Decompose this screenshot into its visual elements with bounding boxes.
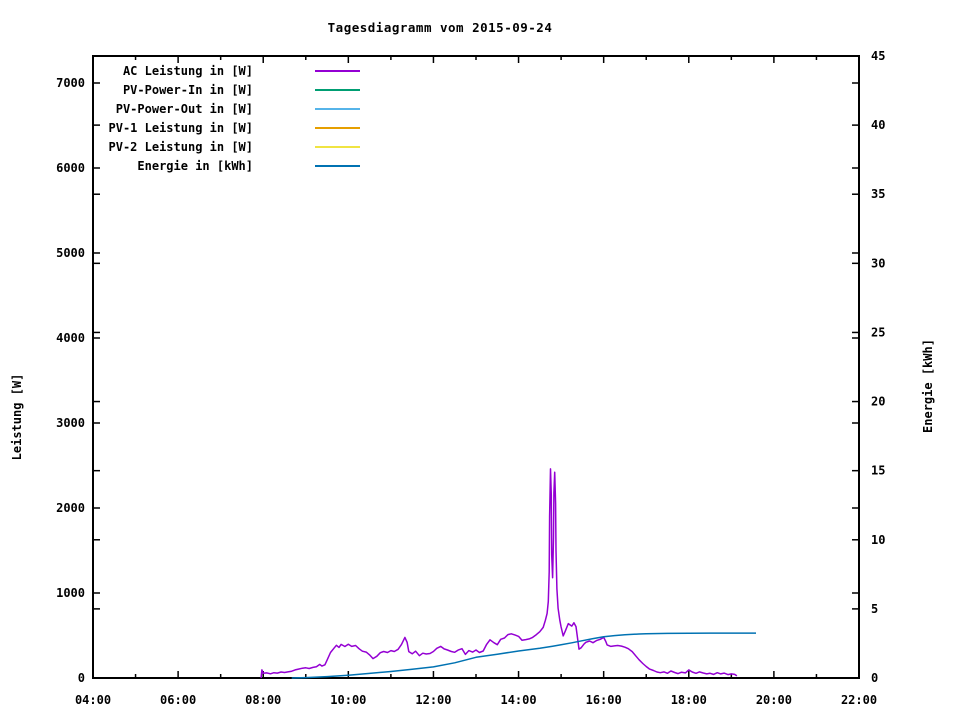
y-right-tick-label: 35 — [871, 187, 885, 201]
y-left-tick-label: 6000 — [56, 161, 85, 175]
x-tick-label: 18:00 — [671, 693, 707, 707]
legend-label: AC Leistung in [W] — [123, 64, 253, 78]
x-tick-label: 12:00 — [415, 693, 451, 707]
y-left-tick-label: 5000 — [56, 246, 85, 260]
x-tick-label: 20:00 — [756, 693, 792, 707]
y-right-tick-label: 45 — [871, 49, 885, 63]
y-left-tick-label: 0 — [78, 671, 85, 685]
y-left-axis-label: Leistung [W] — [10, 307, 24, 527]
chart-title: Tagesdiagramm vom 2015-09-24 — [0, 20, 880, 35]
y-left-tick-label: 7000 — [56, 76, 85, 90]
tagesdiagramm-chart: Tagesdiagramm vom 2015-09-24 Leistung [W… — [0, 0, 960, 720]
y-right-tick-label: 10 — [871, 533, 885, 547]
x-tick-label: 10:00 — [330, 693, 366, 707]
y-left-tick-label: 4000 — [56, 331, 85, 345]
y-left-tick-label: 2000 — [56, 501, 85, 515]
y-right-axis-label: Energie [kWh] — [921, 276, 935, 496]
y-right-tick-label: 25 — [871, 325, 885, 339]
x-tick-label: 06:00 — [160, 693, 196, 707]
x-tick-label: 08:00 — [245, 693, 281, 707]
x-tick-label: 14:00 — [500, 693, 536, 707]
y-right-tick-label: 40 — [871, 118, 885, 132]
y-right-tick-label: 15 — [871, 464, 885, 478]
series-ac-leistung-in-w- — [261, 469, 737, 678]
y-right-tick-label: 30 — [871, 256, 885, 270]
y-left-tick-label: 1000 — [56, 586, 85, 600]
legend-label: PV-1 Leistung in [W] — [109, 121, 254, 135]
legend-label: PV-2 Leistung in [W] — [109, 140, 254, 154]
legend-label: Energie in [kWh] — [137, 159, 253, 173]
y-right-tick-label: 20 — [871, 395, 885, 409]
plot-svg: 04:00 06:00 08:00 10:00 12:00 14:00 16:00 18:00… — [0, 0, 960, 720]
y-right-tick-label: 0 — [871, 671, 878, 685]
legend-label: PV-Power-Out in [W] — [116, 102, 253, 116]
x-tick-label: 16:00 — [586, 693, 622, 707]
y-left-tick-label: 3000 — [56, 416, 85, 430]
y-right-tick-label: 5 — [871, 602, 878, 616]
x-tick-label: 22:00 — [841, 693, 877, 707]
legend-label: PV-Power-In in [W] — [123, 83, 253, 97]
x-tick-label: 04:00 — [75, 693, 111, 707]
